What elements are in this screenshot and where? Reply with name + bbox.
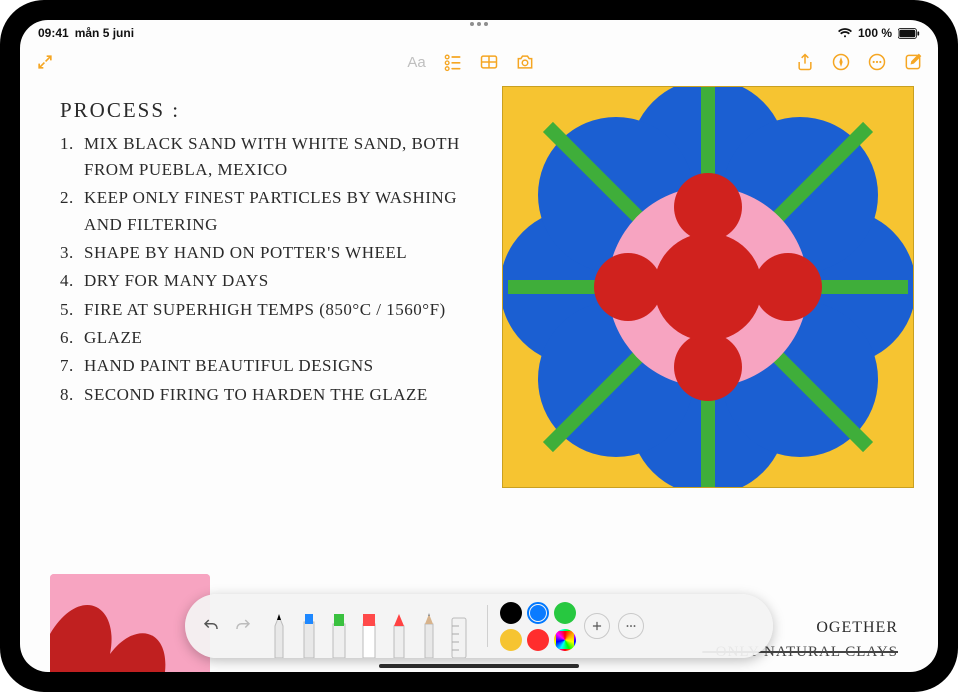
list-item: 2.KEEP ONLY FINEST PARTICLES BY WASHING …: [60, 185, 490, 238]
undo-button[interactable]: [199, 614, 223, 638]
note-toolbar: Aa: [20, 44, 938, 80]
markup-more-button[interactable]: [618, 613, 644, 639]
flower-drawing: [502, 86, 914, 488]
tool-pencil[interactable]: [417, 604, 441, 658]
redo-button[interactable]: [231, 614, 255, 638]
compose-icon[interactable]: [902, 51, 924, 73]
swatch-blue[interactable]: [527, 602, 549, 624]
note-title: PROCESS :: [60, 94, 490, 127]
swatch-red[interactable]: [527, 629, 549, 651]
list-item: 6.GLAZE: [60, 325, 490, 351]
camera-icon[interactable]: [514, 51, 536, 73]
wifi-icon: [838, 28, 852, 39]
list-item: 8.SECOND FIRING TO HARDEN THE GLAZE: [60, 382, 490, 408]
more-icon[interactable]: [866, 51, 888, 73]
swatch-yellow[interactable]: [500, 629, 522, 651]
status-date: mån 5 juni: [75, 26, 134, 40]
list-item: 5.FIRE AT SUPERHIGH TEMPS (850°C / 1560°…: [60, 297, 490, 323]
battery-label: 100 %: [858, 26, 892, 40]
swatch-green[interactable]: [554, 602, 576, 624]
tool-highlighter[interactable]: [327, 604, 351, 658]
text-style-button[interactable]: Aa: [406, 51, 428, 73]
tool-crayon[interactable]: [387, 604, 411, 658]
home-indicator[interactable]: [379, 664, 579, 668]
flower-svg: [503, 87, 913, 487]
markup-toggle-icon[interactable]: [830, 51, 852, 73]
battery-icon: [898, 28, 920, 39]
share-icon[interactable]: [794, 51, 816, 73]
divider: [487, 605, 488, 647]
status-time: 09:41: [38, 26, 69, 40]
list-item: 1.MIX BLACK SAND WITH WHITE SAND, BOTH F…: [60, 131, 490, 184]
list-item: 4.DRY FOR MANY DAYS: [60, 268, 490, 294]
list-item: 3.SHAPE BY HAND ON POTTER'S WHEEL: [60, 240, 490, 266]
multitask-dots-icon[interactable]: [470, 22, 488, 26]
status-right: 100 %: [838, 26, 920, 40]
screen: 09:41 mån 5 juni 100 %: [20, 20, 938, 672]
table-icon[interactable]: [478, 51, 500, 73]
tool-tray: [267, 594, 471, 658]
add-button[interactable]: [584, 613, 610, 639]
note-content[interactable]: PROCESS : 1.MIX BLACK SAND WITH WHITE SA…: [20, 80, 938, 672]
tool-eraser[interactable]: [357, 604, 381, 658]
tool-pen[interactable]: [267, 604, 291, 658]
tool-ruler[interactable]: [447, 604, 471, 658]
markup-toolbar: [185, 594, 773, 658]
ipad-frame: 09:41 mån 5 juni 100 %: [0, 0, 958, 692]
color-swatches: [500, 602, 576, 651]
status-bar: 09:41 mån 5 juni 100 %: [20, 20, 938, 44]
process-list: 1.MIX BLACK SAND WITH WHITE SAND, BOTH F…: [60, 131, 490, 408]
list-item: 7.HAND PAINT BEAUTIFUL DESIGNS: [60, 353, 490, 379]
swatch-black[interactable]: [500, 602, 522, 624]
collapse-icon[interactable]: [34, 51, 56, 73]
status-left: 09:41 mån 5 juni: [38, 26, 134, 40]
tool-marker[interactable]: [297, 604, 321, 658]
swatch-color-picker[interactable]: [554, 629, 576, 651]
checklist-icon[interactable]: [442, 51, 464, 73]
